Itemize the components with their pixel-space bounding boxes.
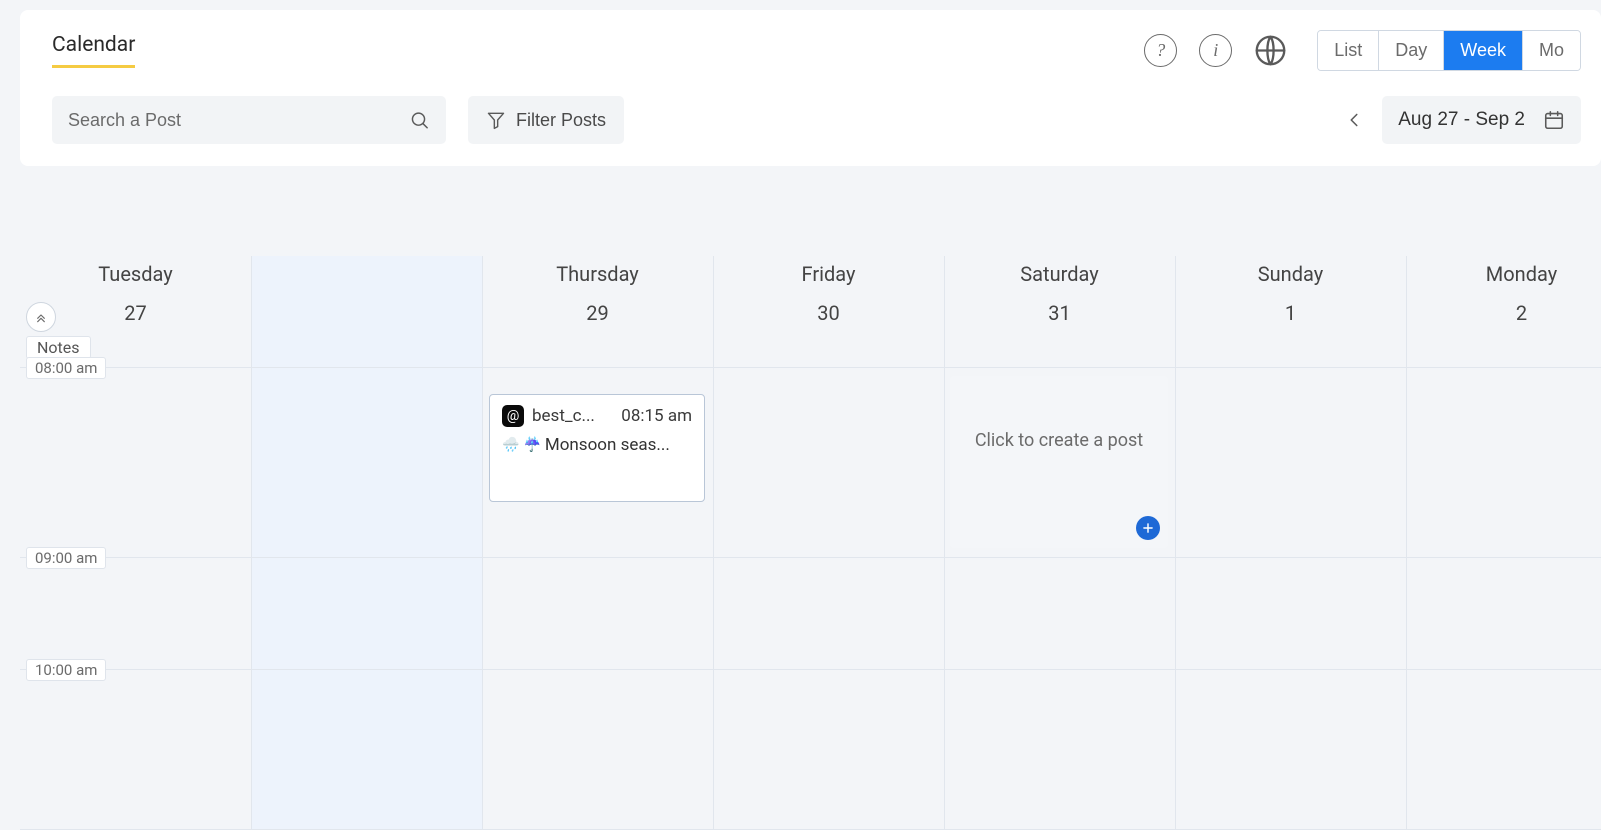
filter-posts-label: Filter Posts (516, 110, 606, 131)
filter-icon (486, 110, 506, 130)
umbrella-icon: ☔ (523, 437, 540, 453)
search-post-box (52, 96, 446, 144)
page-title: Calendar (52, 33, 135, 68)
search-input[interactable] (68, 110, 409, 131)
post-time: 08:15 am (621, 406, 692, 426)
view-switcher: List Day Week Mo (1317, 30, 1581, 71)
threads-icon: @ (502, 405, 524, 427)
scheduled-post-card[interactable]: @ best_c... 08:15 am 🌧️ ☔ Monsoon seas..… (489, 394, 705, 502)
time-slot-row: 10:00 am (20, 558, 1601, 670)
time-label: 08:00 am (26, 357, 106, 379)
view-month-button[interactable]: Mo (1523, 31, 1580, 70)
add-post-button[interactable] (1136, 516, 1160, 540)
view-day-button[interactable]: Day (1379, 31, 1444, 70)
time-slot-row: 08:00 am (20, 256, 1601, 368)
post-body: Monsoon seas... (545, 435, 670, 455)
time-label: 09:00 am (26, 547, 106, 569)
view-list-button[interactable]: List (1318, 31, 1379, 70)
view-week-button[interactable]: Week (1444, 31, 1523, 70)
prev-week-button[interactable] (1340, 106, 1368, 134)
create-post-placeholder[interactable]: Click to create a post (950, 376, 1168, 548)
date-range-picker[interactable]: Aug 27 - Sep 2 (1382, 96, 1581, 144)
cloud-rain-icon: 🌧️ (502, 437, 519, 453)
chevron-left-icon (1343, 109, 1365, 131)
create-post-hint: Click to create a post (975, 430, 1143, 451)
help-icon[interactable]: ? (1144, 34, 1177, 67)
filter-posts-button[interactable]: Filter Posts (468, 96, 624, 144)
time-slot-row: 09:00 am (20, 368, 1601, 558)
calendar-toolbar: Calendar ? i List Day Week Mo (20, 10, 1601, 166)
notes-label: Notes (26, 336, 91, 359)
calendar-icon (1543, 109, 1565, 131)
date-range-label: Aug 27 - Sep 2 (1398, 109, 1525, 131)
globe-icon[interactable] (1254, 34, 1287, 67)
info-icon[interactable]: i (1199, 34, 1232, 67)
time-label: 10:00 am (26, 659, 106, 681)
time-slot-row (20, 670, 1601, 830)
plus-icon (1141, 521, 1155, 535)
post-title: best_c... (532, 406, 595, 426)
search-icon (409, 109, 430, 131)
